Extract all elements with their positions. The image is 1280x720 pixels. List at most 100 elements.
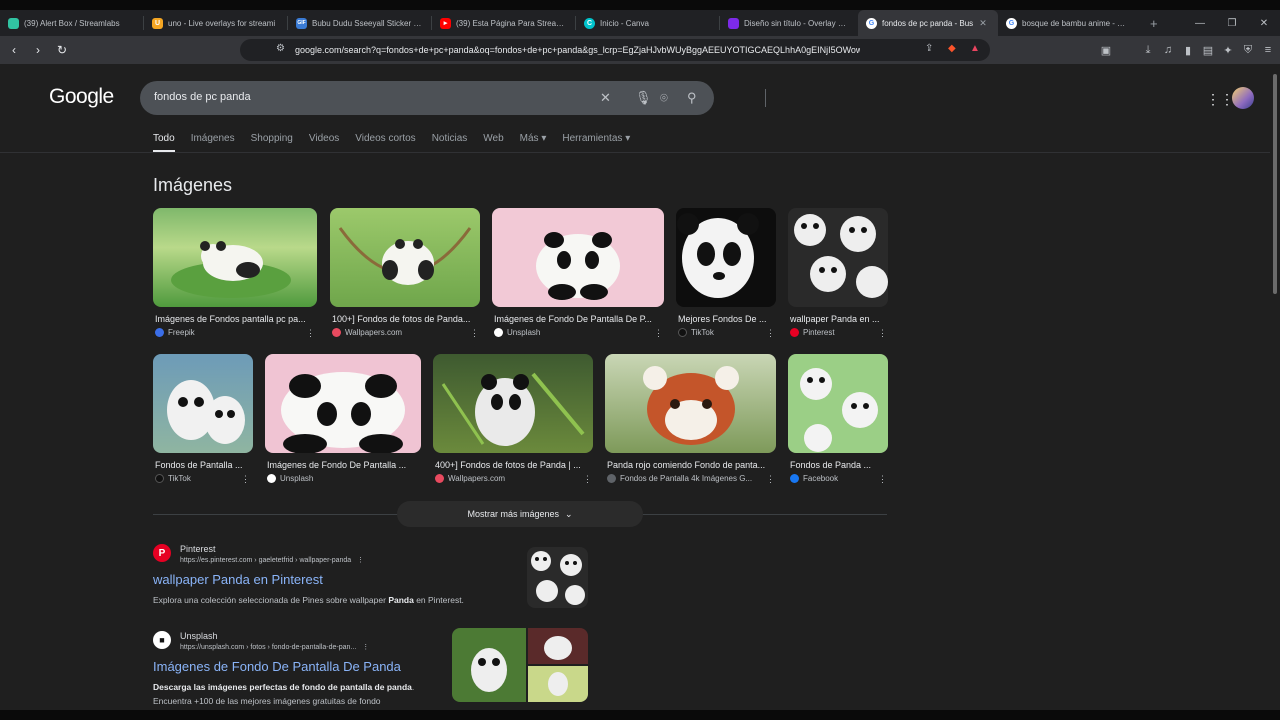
menu-icon[interactable]: ≡ [1262,44,1274,56]
music-icon[interactable]: ♫ [1162,44,1174,56]
image-caption[interactable]: 100+] Fondos de fotos de Panda... [332,314,478,324]
tab-youtube[interactable]: ▸ (39) Esta Página Para Streamer [432,10,575,36]
restore-icon[interactable]: ❐ [1216,18,1248,29]
show-more-label: Mostrar más imágenes [467,509,559,519]
panda-face-bw-thumbnail[interactable] [676,208,776,307]
microphone-icon[interactable]: 🎙 [635,90,652,106]
tab-bosque-bambu[interactable]: G bosque de bambu anime - Bus [998,10,1138,36]
tab-shopping[interactable]: Shopping [251,133,293,152]
url-text[interactable]: google.com/search?q=fondos+de+pc+panda&o… [295,45,860,55]
more-options-icon[interactable]: ⋮ [766,474,775,485]
image-caption[interactable]: Mejores Fondos De ... [678,314,774,324]
more-options-icon[interactable]: ⋮ [306,328,315,339]
tab-mas[interactable]: Más ▾ [520,133,547,152]
leo-ai-icon[interactable]: ✦ [1222,44,1234,57]
brave-shield-icon[interactable]: ◆ [948,43,956,54]
panda-sleeping-thumbnail[interactable] [153,208,317,307]
close-window-icon[interactable]: ✕ [1248,18,1280,29]
show-more-images-button[interactable]: Mostrar más imágenes ⌄ [397,501,643,527]
more-options-icon[interactable]: ⋮ [654,328,663,339]
image-source[interactable]: Fondos de Pantalla 4k Imágenes G... [607,474,762,483]
panda-bamboo-thumbnail[interactable] [433,354,593,453]
two-pandas-thumbnail[interactable] [153,354,253,453]
search-box[interactable]: fondos de pc panda ✕ 🎙 ⌾ ⚲ [140,81,766,115]
panda-pink-closeup-thumbnail[interactable] [265,354,421,453]
more-options-icon[interactable]: ⋮ [583,474,592,485]
result-thumbnail-unsplash[interactable] [452,628,588,702]
tab-noticias[interactable]: Noticias [432,133,468,152]
wallet-icon[interactable]: ▤ [1202,44,1214,57]
result-thumbnail-pinterest[interactable] [527,547,588,608]
scrollbar-thumb[interactable] [1273,74,1277,294]
more-options-icon[interactable]: ⋮ [878,328,887,339]
result-site-name[interactable]: Pinterest [180,544,216,554]
image-source[interactable]: Wallpapers.com [435,474,505,483]
image-caption[interactable]: Fondos de Pantalla ... [155,460,251,470]
image-source[interactable]: Unsplash [267,474,313,483]
image-source[interactable]: Unsplash [494,328,540,337]
avatar[interactable] [1232,87,1254,109]
result-more-icon[interactable]: ⋮ [362,644,369,651]
result-title-link[interactable]: wallpaper Panda en Pinterest [153,572,323,587]
panda-hammock-thumbnail[interactable] [330,208,480,307]
new-tab-plus-icon[interactable]: + [1138,16,1170,31]
image-source[interactable]: Facebook [790,474,838,483]
image-source[interactable]: Freepik [155,328,195,337]
result-site-name[interactable]: Unsplash [180,631,218,641]
image-source[interactable]: TikTok [678,328,714,337]
image-caption[interactable]: Panda rojo comiendo Fondo de panta... [607,460,774,470]
image-caption[interactable]: Imágenes de Fondo De Pantalla ... [267,460,419,470]
tab-imagenes[interactable]: Imágenes [191,133,235,152]
image-source[interactable]: TikTok [155,474,191,483]
panda-green-pattern-thumbnail[interactable] [788,354,888,453]
tab-web[interactable]: Web [483,133,503,152]
lens-camera-icon[interactable]: ⌾ [660,90,668,106]
more-options-icon[interactable]: ⋮ [878,474,887,485]
panda-pink-thumbnail[interactable] [492,208,664,307]
result-more-icon[interactable]: ⋮ [357,557,364,564]
tab-canva[interactable]: C Inicio - Canva [576,10,719,36]
tab-todo[interactable]: Todo [153,133,175,152]
search-input[interactable]: fondos de pc panda [154,91,251,103]
vpn-icon[interactable]: ⛨ [1242,44,1254,57]
image-caption[interactable]: 400+] Fondos de fotos de Panda | ... [435,460,591,470]
back-arrow-icon[interactable]: ‹ [4,43,24,57]
tab-fondos-panda-active[interactable]: G fondos de pc panda - Bus ✕ [858,10,998,36]
result-url[interactable]: https://unsplash.com › fotos › fondo-de-… [180,643,369,651]
tab-streamlabs[interactable]: (39) Alert Box / Streamlabs [0,10,143,36]
more-options-icon[interactable]: ⋮ [470,328,479,339]
more-options-icon[interactable]: ⋮ [241,474,250,485]
image-caption[interactable]: Imágenes de Fondo De Pantalla De P... [494,314,662,324]
tab-bubu[interactable]: GIF Bubu Dudu Sseeyall Sticker - B [288,10,431,36]
image-caption[interactable]: Fondos de Panda ... [790,460,886,470]
red-panda-thumbnail[interactable] [605,354,776,453]
more-options-icon[interactable]: ⋮ [766,328,775,339]
clear-search-icon[interactable]: ✕ [600,90,611,106]
image-caption[interactable]: Imágenes de Fondos pantalla pc pa... [155,314,315,324]
site-info-icon[interactable]: ⚙ [276,43,285,54]
result-url[interactable]: https://es.pinterest.com › gaeletetfrid … [180,556,364,564]
result-title-link[interactable]: Imágenes de Fondo De Pantalla De Panda [153,659,401,674]
reload-icon[interactable]: ↻ [52,43,72,57]
tab-videos-cortos[interactable]: Videos cortos [355,133,415,152]
side-panel-icon[interactable]: ▮ [1182,44,1194,57]
tab-videos[interactable]: Videos [309,133,339,152]
download-icon[interactable]: ⤓ [1142,44,1154,57]
search-icon[interactable]: ⚲ [687,90,697,106]
tab-uno[interactable]: U uno - Live overlays for streami [144,10,287,36]
share-icon[interactable]: ⇪ [925,43,933,54]
sidebar-toggle-icon[interactable]: ▣ [1100,44,1112,57]
forward-arrow-icon[interactable]: › [28,43,48,57]
panda-pattern-thumbnail[interactable] [788,208,888,307]
tab-herramientas[interactable]: Herramientas ▾ [562,133,630,152]
google-logo[interactable]: Google [49,85,114,109]
brave-rewards-icon[interactable]: ▲ [970,43,980,54]
image-caption[interactable]: wallpaper Panda en ... [790,314,886,324]
image-source[interactable]: Wallpapers.com [332,328,402,337]
address-bar[interactable]: ⚙ google.com/search?q=fondos+de+pc+panda… [240,39,990,61]
image-source[interactable]: Pinterest [790,328,835,337]
page-scrollbar[interactable] [1270,64,1280,710]
minimize-icon[interactable]: — [1184,18,1216,29]
close-tab-icon[interactable]: ✕ [979,18,987,29]
tab-canva-design[interactable]: Diseño sin título - Overlay para [720,10,858,36]
